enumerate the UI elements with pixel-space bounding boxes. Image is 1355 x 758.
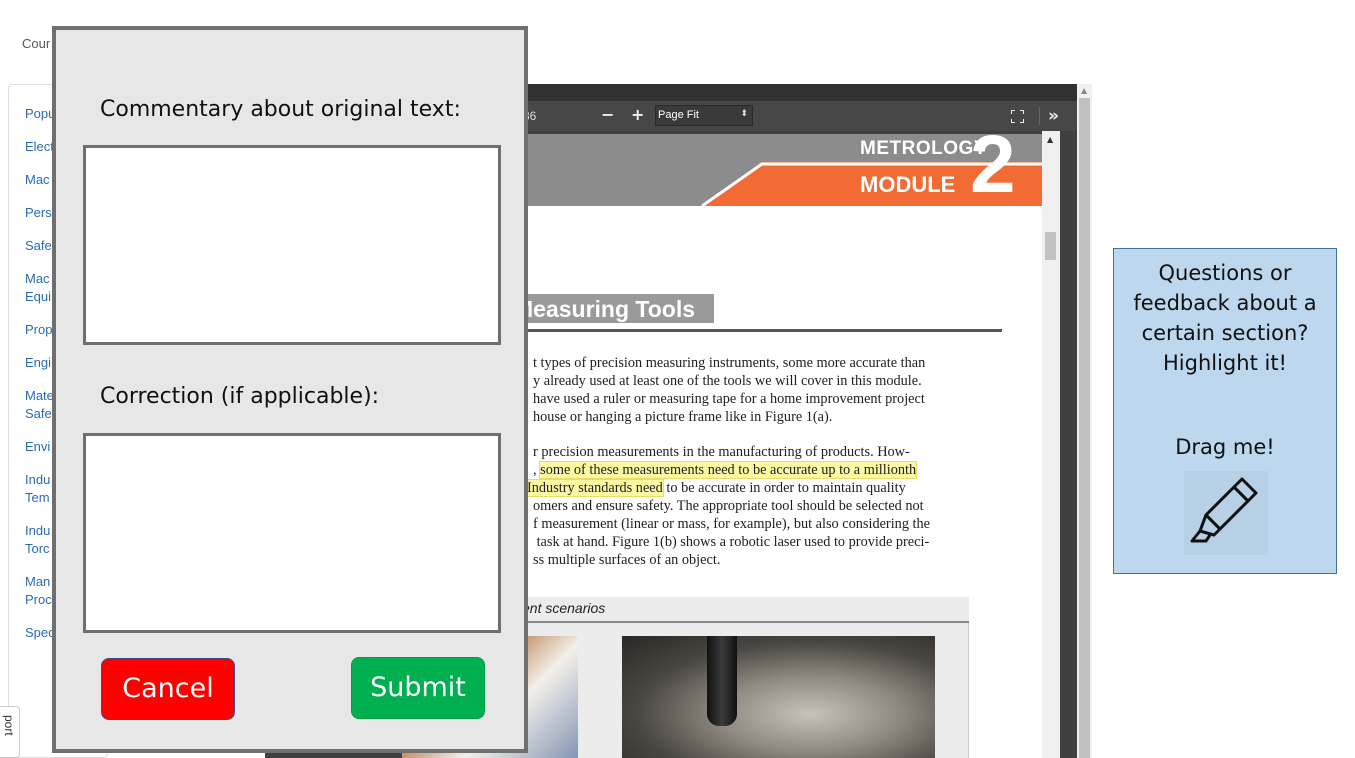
figure-photo-robotic-laser xyxy=(622,636,935,758)
sidebar-item[interactable]: Pers xyxy=(25,204,52,222)
toolbar-separator xyxy=(1039,107,1040,125)
metrology-header: METROLOGY xyxy=(860,138,987,159)
sidebar-item[interactable]: Elect xyxy=(25,138,54,156)
feedback-drag-card[interactable]: Questions or feedback about a certain se… xyxy=(1113,248,1337,574)
sidebar-item[interactable]: Man Proc xyxy=(25,573,52,609)
sidebar-item[interactable]: Mate Safe xyxy=(25,387,54,423)
zoom-select[interactable]: Page Fit ⬍ xyxy=(655,105,753,126)
feedback-prompt: Questions or feedback about a certain se… xyxy=(1133,261,1317,375)
support-tab[interactable]: port xyxy=(0,706,20,758)
cancel-button[interactable]: Cancel xyxy=(101,658,235,720)
paragraph-line: y already used at least one of the tools… xyxy=(533,373,922,389)
more-tools-icon[interactable]: » xyxy=(1048,106,1059,126)
paragraph-line: omers and ensure safety. The appropriate… xyxy=(533,498,924,514)
paragraph-line: r precision measurements in the manufact… xyxy=(533,444,910,460)
laser-probe-image xyxy=(707,636,737,726)
paragraph-line: , some of these measurements need to be … xyxy=(533,461,918,479)
outer-scrollbar[interactable]: ▲ xyxy=(1077,84,1092,758)
text-fragment: to be accurate in order to maintain qual… xyxy=(662,480,906,496)
paragraph-line: f measurement (linear or mass, for examp… xyxy=(533,516,931,532)
paragraph-line: ss multiple surfaces of an object. xyxy=(533,552,721,568)
commentary-label: Commentary about original text: xyxy=(100,97,461,122)
drag-me-label: Drag me! xyxy=(1175,435,1275,459)
sidebar-item[interactable]: Indu Torc xyxy=(25,522,50,558)
zoom-out-button[interactable]: − xyxy=(601,105,614,124)
scroll-up-icon[interactable]: ▲ xyxy=(1047,135,1053,144)
sidebar-item[interactable]: Prop xyxy=(25,321,52,339)
paragraph-line: have used a ruler or measuring tape for … xyxy=(533,391,925,407)
scroll-up-icon[interactable]: ▲ xyxy=(1081,86,1087,95)
paragraph-line: task at hand. Figure 1(b) shows a roboti… xyxy=(533,534,930,550)
correction-label: Correction (if applicable): xyxy=(100,384,380,409)
sidebar-item[interactable]: Popu xyxy=(25,105,55,123)
sidebar-item[interactable]: Safe xyxy=(25,237,52,255)
highlighted-text[interactable]: Industry standards need xyxy=(526,479,664,497)
paragraph-line: t types of precision measuring instrumen… xyxy=(533,355,926,371)
scrollbar-thumb[interactable] xyxy=(1045,232,1056,260)
breadcrumb[interactable]: Cour xyxy=(22,36,50,51)
correction-textarea[interactable] xyxy=(83,433,501,633)
paragraph-line: house or hanging a picture frame like in… xyxy=(533,409,833,425)
paragraph-line: Industry standards need to be accurate i… xyxy=(526,479,906,497)
sidebar-item[interactable]: Envi xyxy=(25,438,50,456)
sidebar-item[interactable]: Spec xyxy=(25,624,55,642)
highlighter-icon[interactable] xyxy=(1184,471,1268,555)
figure-caption: ent scenarios xyxy=(522,600,606,616)
sidebar-item[interactable]: Engi xyxy=(25,354,51,372)
sidebar-item[interactable]: Mac xyxy=(25,171,50,189)
select-arrows-icon: ⬍ xyxy=(740,108,748,118)
module-number: 2 xyxy=(970,134,1016,210)
support-tab-label: port xyxy=(2,715,16,736)
submit-button[interactable]: Submit xyxy=(351,657,485,719)
sidebar-item[interactable]: Indu Tem xyxy=(25,471,50,507)
fullscreen-icon[interactable] xyxy=(1011,110,1024,123)
commentary-dialog: Commentary about original text: Correcti… xyxy=(52,26,528,753)
sidebar-item[interactable]: Mac Equi xyxy=(25,270,51,306)
module-header: MODULE xyxy=(860,172,956,197)
scrollbar-thumb[interactable] xyxy=(1079,98,1090,758)
zoom-select-value: Page Fit xyxy=(658,109,699,121)
page-scrollbar[interactable]: ▲ xyxy=(1042,131,1060,758)
highlighted-text[interactable]: some of these measurements need to be ac… xyxy=(539,461,918,479)
zoom-in-button[interactable]: + xyxy=(631,105,644,124)
commentary-textarea[interactable] xyxy=(83,145,501,345)
